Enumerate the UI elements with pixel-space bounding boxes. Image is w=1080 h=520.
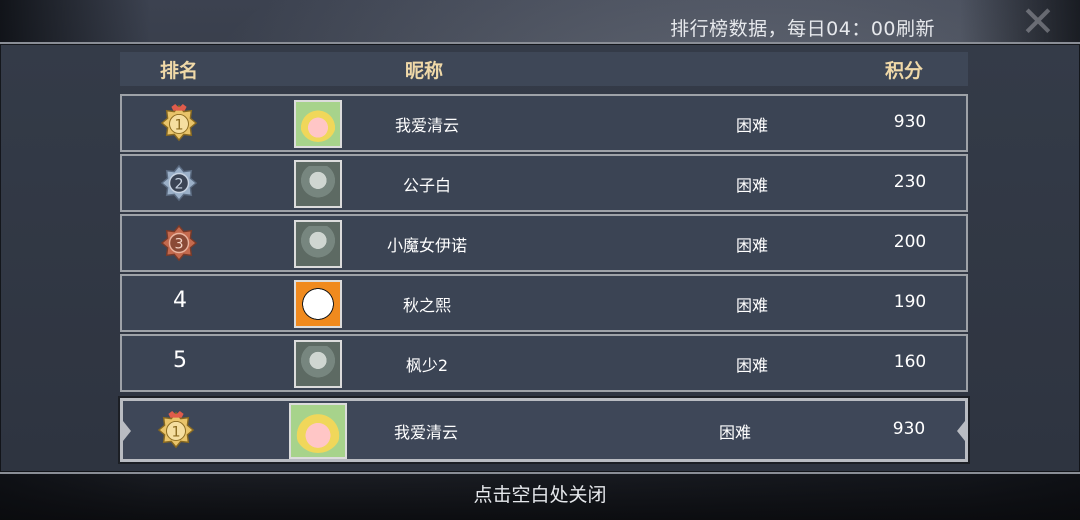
player-score: 190 [893,292,927,312]
rank-number: 5 [173,348,187,373]
blonde-hero-avatar-icon [295,409,341,453]
blonde-hero-avatar-icon [300,106,336,142]
player-difficulty: 困难 [735,236,768,255]
leaderboard-row: 3 小魔女伊诺 困难 200 [120,214,968,272]
close-icon[interactable]: ✕ [1008,1,1068,43]
header-score: 积分 [885,60,924,82]
my-score: 930 [892,419,926,439]
wolf-hood-avatar-icon [300,166,336,202]
my-rank-row: 1 我爱清云 困难 930 [120,398,968,462]
medal-rank-text: 1 [174,118,183,134]
leaderboard-row: 1 我爱清云 困难 930 [120,94,968,152]
cat-avatar-icon [300,286,336,322]
player-score: 230 [893,172,927,192]
frame-arrow-left-icon [123,421,131,441]
bronze-medal-icon: 3 [160,224,198,262]
player-difficulty: 困难 [735,356,768,375]
gold-medal-icon: 1 [160,104,198,142]
leaderboard-row: 4 秋之熙 困难 190 [120,274,968,332]
player-score: 930 [893,112,927,132]
frame-arrow-right-icon [957,421,965,441]
header-nickname: 昵称 [405,60,444,82]
medal-rank-text: 3 [174,237,183,253]
player-nickname: 秋之熙 [402,296,451,315]
leaderboard-row: 2 公子白 困难 230 [120,154,968,212]
close-hint[interactable]: 点击空白处关闭 [0,480,1080,507]
leaderboard-row: 5 枫少2 困难 160 [120,334,968,392]
player-avatar[interactable] [294,340,342,388]
gold-medal-icon: 1 [157,411,195,449]
player-avatar[interactable] [294,160,342,208]
refresh-note: 排行榜数据，每日04：00刷新 [670,18,935,40]
leaderboard-panel: 排名 昵称 积分 1 我爱清云 困难 930 2 公子白 困难 230 3 小魔… [0,42,1080,474]
header-rank: 排名 [160,60,199,82]
silver-medal-icon: 2 [160,164,198,202]
medal-rank-text: 2 [174,177,183,193]
player-avatar[interactable] [294,100,342,148]
wolf-hood-avatar-icon [300,226,336,262]
player-nickname: 枫少2 [405,356,449,375]
my-avatar[interactable] [289,403,347,459]
player-score: 160 [893,352,927,372]
medal-rank-text: 1 [171,425,180,441]
player-difficulty: 困难 [735,296,768,315]
my-difficulty: 困难 [718,423,751,442]
wolf-hood-avatar-icon [300,346,336,382]
player-nickname: 公子白 [402,176,451,195]
player-nickname: 小魔女伊诺 [386,236,467,255]
player-difficulty: 困难 [735,116,768,135]
player-nickname: 我爱清云 [394,116,459,135]
player-avatar[interactable] [294,220,342,268]
player-score: 200 [893,232,927,252]
player-difficulty: 困难 [735,176,768,195]
player-avatar[interactable] [294,280,342,328]
my-nickname: 我爱清云 [393,423,458,442]
rank-number: 4 [173,288,187,313]
leaderboard-header: 排名 昵称 积分 [120,52,968,86]
